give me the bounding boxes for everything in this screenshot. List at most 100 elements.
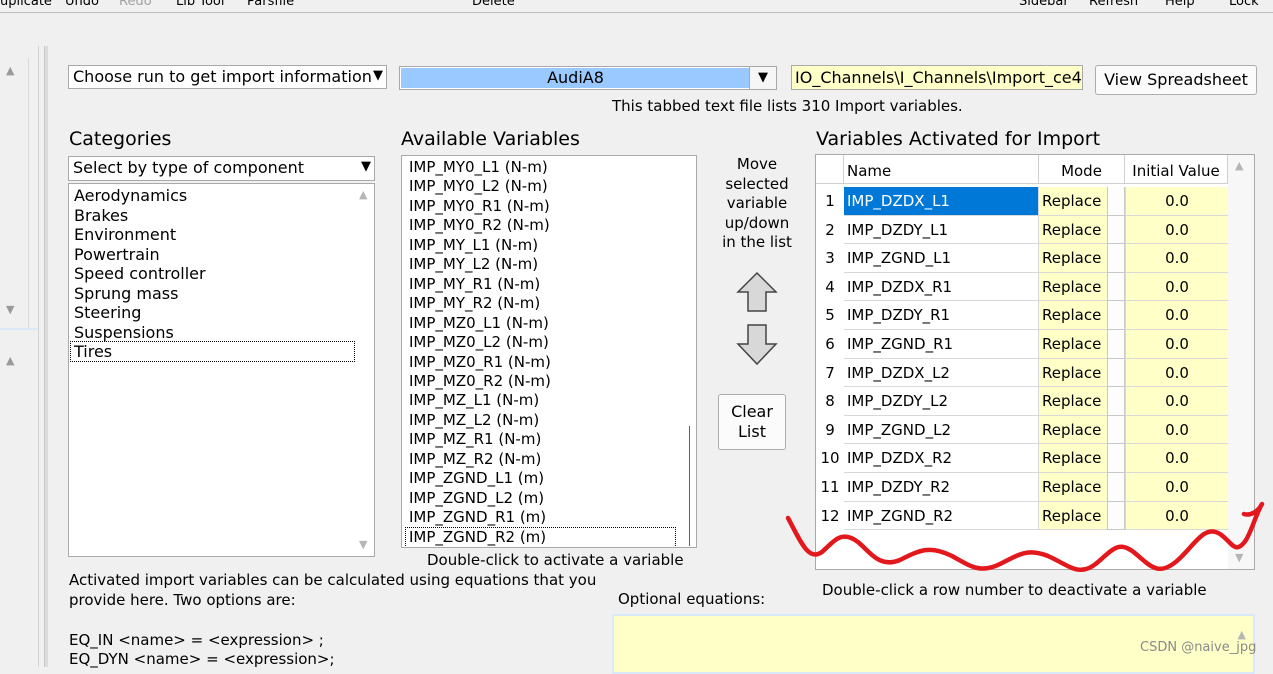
row-number[interactable]: 2	[816, 215, 844, 245]
scroll-down-icon[interactable]: ▼	[359, 538, 367, 551]
category-item[interactable]: Speed controller	[74, 264, 206, 283]
variable-name-cell[interactable]: IMP_DZDX_R2	[844, 444, 1039, 473]
initial-value-cell[interactable]: 0.0	[1125, 187, 1228, 216]
mode-dropdown-button[interactable]	[1107, 215, 1125, 245]
chevron-down-icon[interactable]: ▼	[749, 67, 776, 89]
column-header-mode[interactable]: Mode	[1039, 155, 1125, 184]
lock-button[interactable]: Lock	[1229, 0, 1259, 9]
variable-name-cell[interactable]: IMP_ZGND_R1	[844, 330, 1039, 359]
mode-dropdown-button[interactable]	[1107, 244, 1125, 273]
mode-dropdown-button[interactable]	[1107, 444, 1125, 473]
mode-dropdown-button[interactable]	[1107, 187, 1125, 216]
column-header-initial-value[interactable]: Initial Value	[1125, 155, 1228, 184]
variable-name-cell[interactable]: IMP_ZGND_L1	[844, 244, 1039, 273]
move-down-arrow-icon[interactable]	[736, 323, 778, 367]
variable-list-item[interactable]: IMP_ZGND_L2 (m)	[409, 489, 544, 508]
available-variables-list[interactable]: IMP_MY0_L1 (N-m) IMP_MY0_L2 (N-m) IMP_MY0_…	[401, 155, 697, 548]
variable-list-item[interactable]: IMP_ZGND_R1 (m)	[409, 508, 546, 527]
variable-name-cell[interactable]: IMP_DZDX_L1	[844, 187, 1039, 216]
run-select[interactable]: Choose run to get import information ▼	[68, 65, 387, 89]
variable-name-cell[interactable]: IMP_DZDY_L1	[844, 215, 1039, 245]
mode-dropdown-button[interactable]	[1107, 330, 1125, 359]
row-number[interactable]: 7	[816, 358, 844, 388]
lib-tool-button[interactable]: Lib Tool	[176, 0, 225, 9]
category-item[interactable]: Suspensions	[74, 323, 174, 342]
variable-list-item[interactable]: IMP_MZ_R1 (N-m)	[409, 430, 541, 449]
row-number[interactable]: 4	[816, 272, 844, 302]
category-item[interactable]: Brakes	[74, 206, 128, 225]
category-item[interactable]: Powertrain	[74, 245, 160, 264]
variable-list-item[interactable]: IMP_ZGND_R2 (m)	[405, 526, 676, 547]
mode-cell[interactable]: Replace	[1039, 187, 1107, 216]
clear-list-button[interactable]: Clear List	[718, 394, 786, 450]
variable-list-item[interactable]: IMP_MY0_L2 (N-m)	[409, 177, 548, 196]
scroll-down-icon[interactable]: ▼	[6, 303, 14, 316]
mode-cell[interactable]: Replace	[1039, 444, 1107, 473]
undo-button[interactable]: Undo	[65, 0, 99, 9]
initial-value-cell[interactable]: 0.0	[1125, 415, 1228, 445]
variable-name-cell[interactable]: IMP_DZDX_L2	[844, 358, 1039, 388]
scroll-up-icon[interactable]: ▲	[359, 188, 367, 201]
row-number[interactable]: 5	[816, 301, 844, 330]
category-item[interactable]: Environment	[74, 225, 176, 244]
mode-cell[interactable]: Replace	[1039, 330, 1107, 359]
variable-list-item[interactable]: IMP_MZ_L1 (N-m)	[409, 391, 539, 410]
mode-cell[interactable]: Replace	[1039, 272, 1107, 302]
mode-dropdown-button[interactable]	[1107, 358, 1125, 388]
scroll-up-icon[interactable]: ▲	[1235, 159, 1243, 172]
mode-cell[interactable]: Replace	[1039, 244, 1107, 273]
variable-name-cell[interactable]: IMP_DZDX_R1	[844, 272, 1039, 302]
variable-name-cell[interactable]: IMP_DZDY_L2	[844, 387, 1039, 416]
help-button[interactable]: Help	[1165, 0, 1195, 9]
mode-dropdown-button[interactable]	[1107, 387, 1125, 416]
move-up-arrow-icon[interactable]	[736, 271, 778, 313]
vehicle-select[interactable]: AudiA8 ▼	[399, 66, 777, 90]
row-number[interactable]: 1	[816, 187, 844, 216]
available-variables-scrollbar[interactable]	[682, 156, 696, 547]
variable-list-item[interactable]: IMP_MY0_R2 (N-m)	[409, 216, 550, 235]
variable-list-item[interactable]: IMP_ZGND_L1 (m)	[409, 469, 544, 488]
mode-cell[interactable]: Replace	[1039, 358, 1107, 388]
row-number[interactable]: 6	[816, 330, 844, 359]
variable-list-item[interactable]: IMP_MZ_R2 (N-m)	[409, 450, 541, 469]
initial-value-cell[interactable]: 0.0	[1125, 301, 1228, 330]
mode-dropdown-button[interactable]	[1107, 415, 1125, 445]
mode-dropdown-button[interactable]	[1107, 272, 1125, 302]
initial-value-cell[interactable]: 0.0	[1125, 244, 1228, 273]
variable-list-item[interactable]: IMP_MZ0_L2 (N-m)	[409, 333, 549, 352]
mode-cell[interactable]: Replace	[1039, 387, 1107, 416]
parsfile-button[interactable]: Parsfile	[247, 0, 294, 9]
variable-list-item[interactable]: IMP_MY_R2 (N-m)	[409, 294, 540, 313]
categories-scrollbar[interactable]: ▲ ▼	[356, 184, 374, 556]
mode-dropdown-button[interactable]	[1107, 301, 1125, 330]
duplicate-button[interactable]: uplicate	[0, 0, 52, 9]
initial-value-cell[interactable]: 0.0	[1125, 215, 1228, 245]
redo-button[interactable]: Redo	[119, 0, 152, 9]
scroll-up-icon-2[interactable]: ▲	[6, 354, 14, 367]
initial-value-cell[interactable]: 0.0	[1125, 330, 1228, 359]
category-item[interactable]: Tires	[70, 341, 355, 362]
mode-cell[interactable]: Replace	[1039, 215, 1107, 245]
category-item[interactable]: Aerodynamics	[74, 186, 187, 205]
view-spreadsheet-button[interactable]: View Spreadsheet	[1095, 65, 1257, 95]
category-item[interactable]: Steering	[74, 303, 141, 322]
categories-list[interactable]: Aerodynamics Brakes Environment Powertrain S…	[68, 183, 375, 557]
scroll-up-icon[interactable]: ▲	[6, 64, 14, 77]
row-number[interactable]: 3	[816, 244, 844, 273]
category-item[interactable]: Sprung mass	[74, 284, 178, 303]
row-number[interactable]: 10	[816, 444, 844, 473]
splitter[interactable]	[44, 46, 48, 667]
delete-button[interactable]: Delete	[472, 0, 515, 9]
variable-list-item[interactable]: IMP_MY_L1 (N-m)	[409, 236, 538, 255]
variable-list-item[interactable]: IMP_MZ0_R1 (N-m)	[409, 353, 551, 372]
initial-value-cell[interactable]: 0.0	[1125, 387, 1228, 416]
variable-list-item[interactable]: IMP_MY_L2 (N-m)	[409, 255, 538, 274]
import-file-path-field[interactable]: IO_Channels\I_Channels\Import_ce43	[791, 65, 1083, 90]
variable-list-item[interactable]: IMP_MZ_L2 (N-m)	[409, 411, 539, 430]
mode-cell[interactable]: Replace	[1039, 415, 1107, 445]
variable-list-item[interactable]: IMP_MY0_L1 (N-m)	[409, 158, 548, 177]
scrollbar-thumb[interactable]	[689, 426, 690, 546]
variable-list-item[interactable]: IMP_MZ0_L1 (N-m)	[409, 314, 549, 333]
sidebar-button[interactable]: Sidebar	[1019, 0, 1069, 9]
variable-name-cell[interactable]: IMP_DZDY_R1	[844, 301, 1039, 330]
